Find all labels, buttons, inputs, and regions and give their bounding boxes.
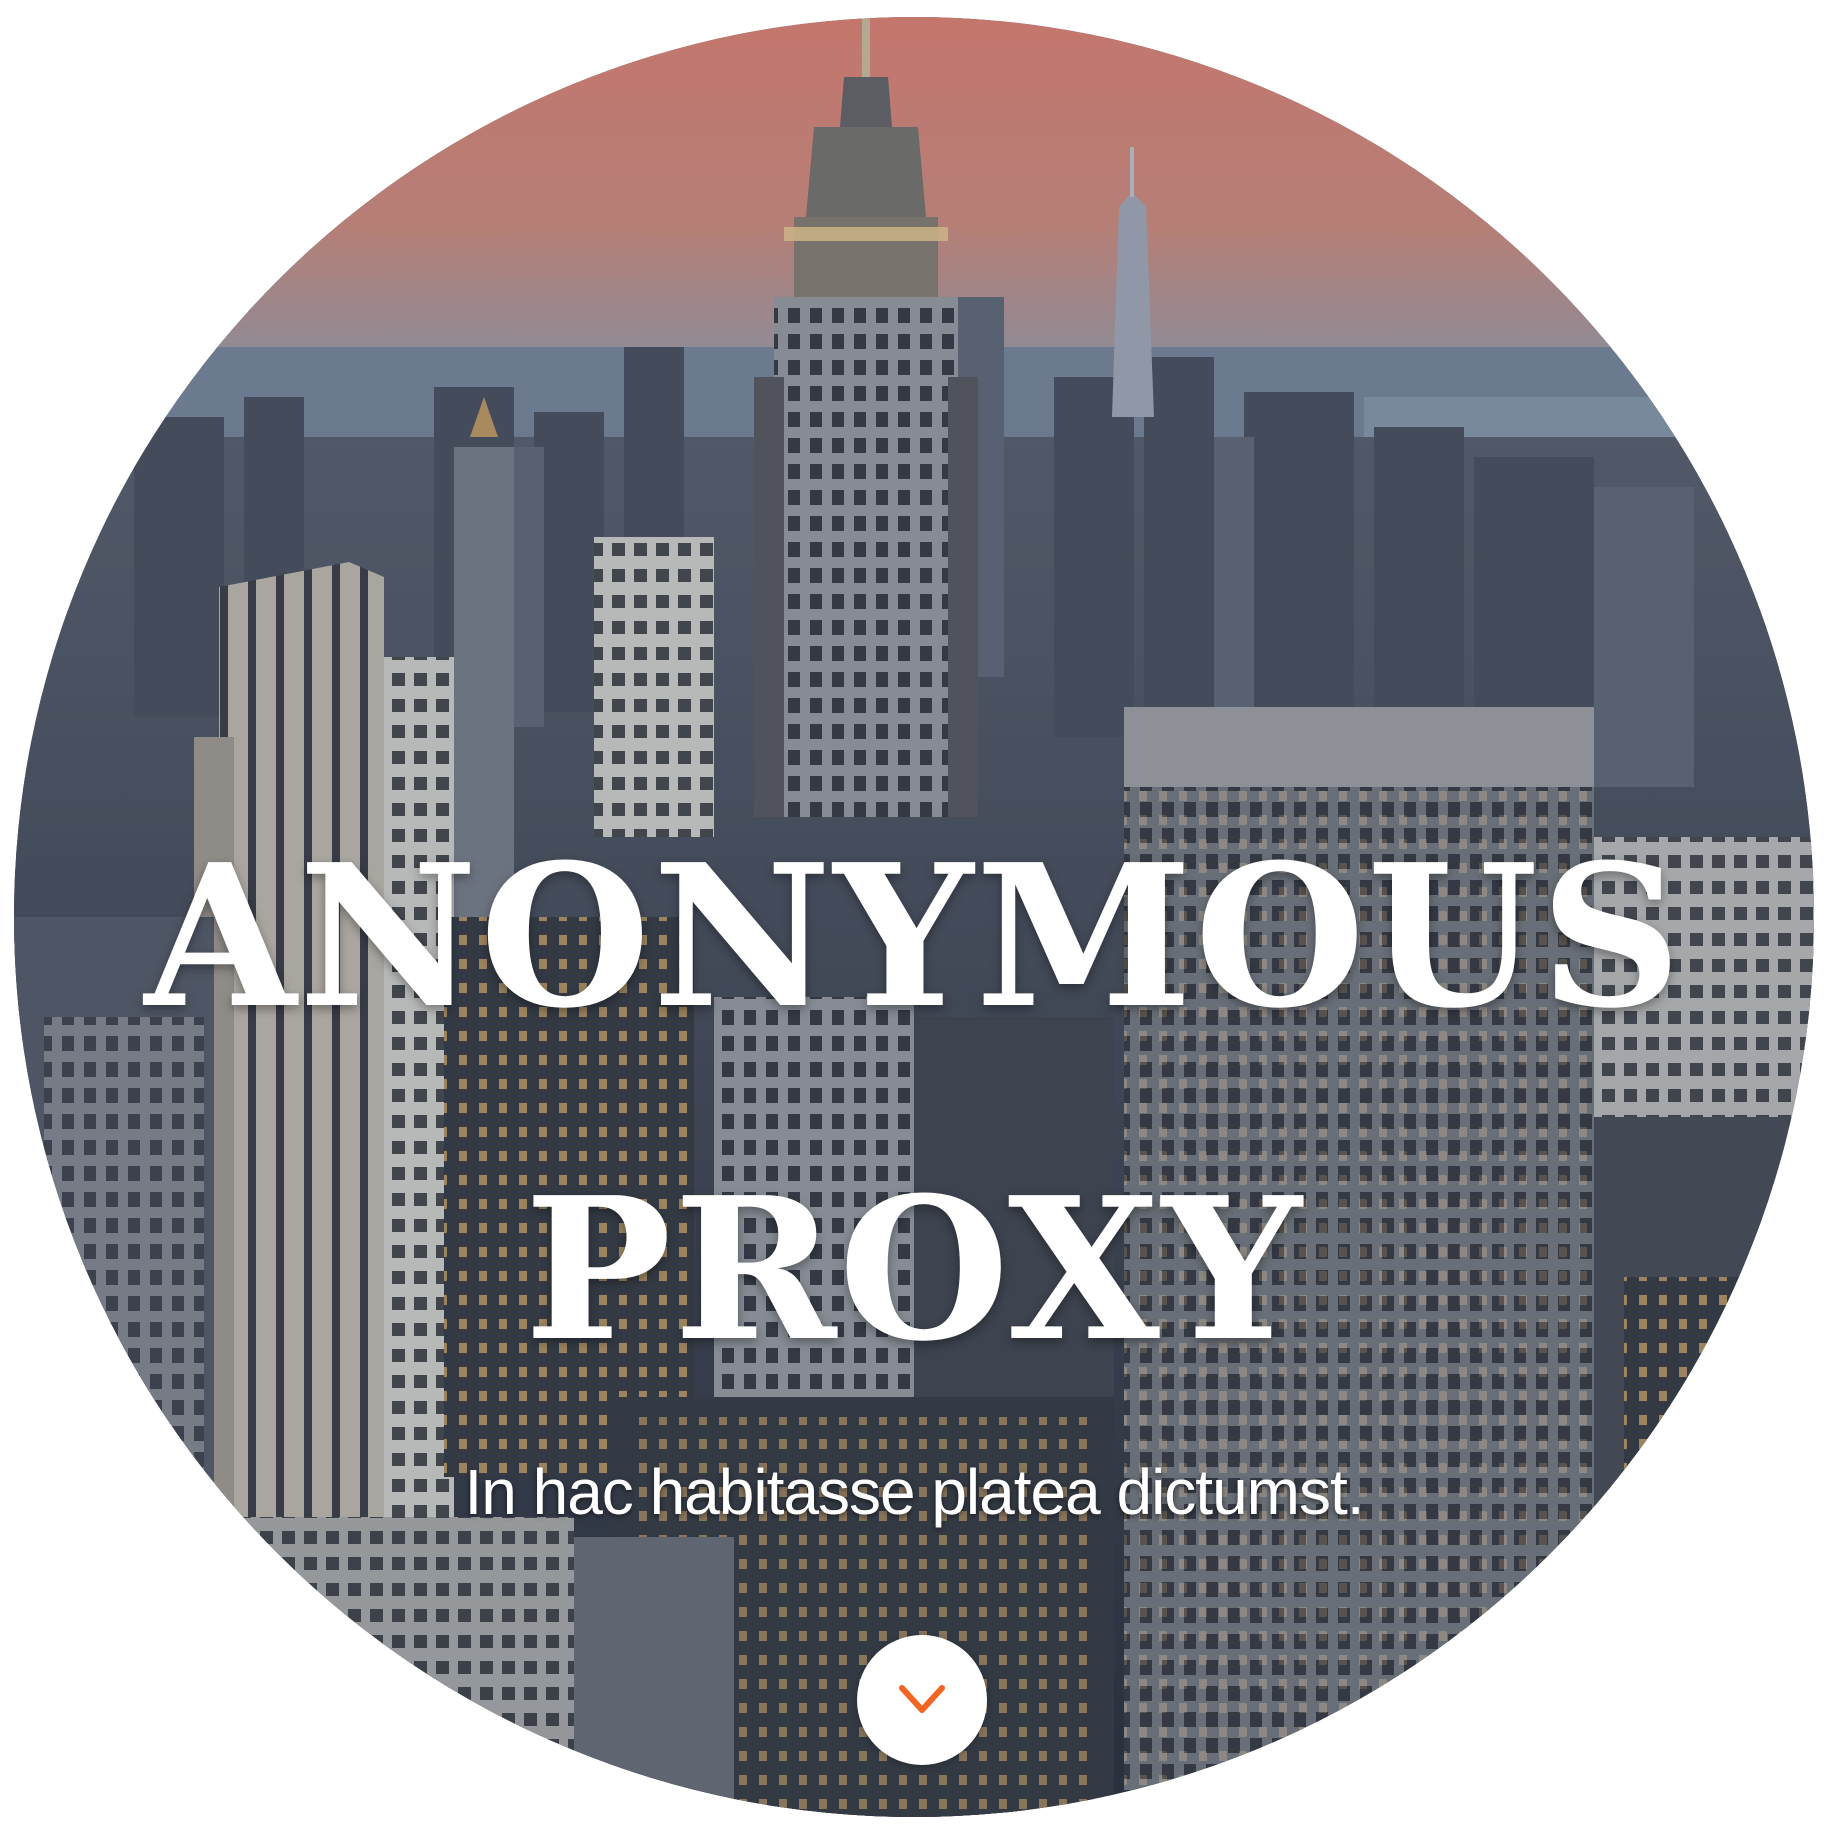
hero-title-line-2: PROXY xyxy=(524,1155,1304,1385)
scroll-down-button[interactable] xyxy=(857,1635,987,1765)
hero-subtitle: In hac habitasse platea dictumst. xyxy=(464,1456,1364,1528)
hero-title-line-1: ANONYMOUS xyxy=(144,822,1684,1052)
chevron-down-icon xyxy=(899,1685,945,1713)
hero-section: ANONYMOUS PROXY In hac habitasse platea … xyxy=(14,17,1814,1817)
